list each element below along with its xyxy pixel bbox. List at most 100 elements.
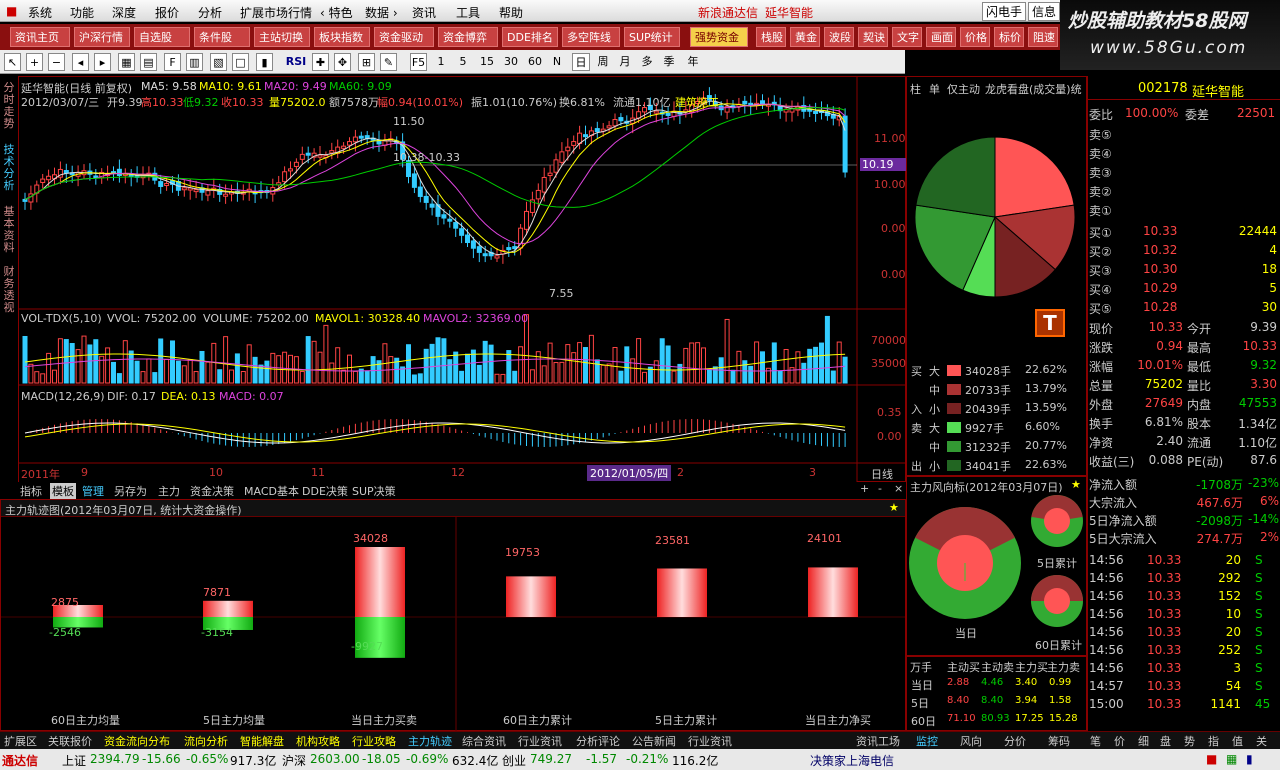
tab-market[interactable]: 沪深行情	[74, 27, 130, 47]
tab-watchlist[interactable]: 自选股	[134, 27, 190, 47]
status-item[interactable]: 筹码	[1048, 733, 1070, 749]
zoom-in-small-icon[interactable]: +	[860, 482, 869, 495]
status-item[interactable]: 风向	[960, 733, 982, 749]
status-item[interactable]: 扩展区	[4, 733, 37, 749]
wind-star-icon[interactable]: ★	[1071, 478, 1081, 491]
ticker-grid-icon[interactable]: ▦	[1226, 752, 1237, 766]
tab-news-home[interactable]: 资讯主页	[10, 27, 70, 47]
status-item[interactable]: 细	[1138, 733, 1149, 749]
menu-news[interactable]: 资讯	[412, 4, 436, 21]
tab-dde-rank[interactable]: DDE排名	[502, 27, 558, 47]
next-icon[interactable]: ▸	[94, 53, 111, 71]
menu-depth[interactable]: 深度	[112, 4, 136, 21]
pie-tab-order[interactable]: 单	[929, 81, 940, 97]
ticker-news[interactable]: 决策家上海电信	[810, 752, 894, 769]
star-icon[interactable]: ★	[889, 501, 899, 514]
status-item[interactable]: 势	[1184, 733, 1195, 749]
status-item[interactable]: 分析评论	[576, 733, 620, 749]
status-item[interactable]: 流向分析	[184, 733, 228, 749]
tab-fund-driven[interactable]: 资金驱动	[374, 27, 434, 47]
status-item[interactable]: 资金流向分布	[104, 733, 170, 749]
period-15m[interactable]: 15	[478, 53, 496, 71]
menu-data[interactable]: 数据 ›	[365, 4, 398, 21]
tab-price[interactable]: 价格	[960, 27, 990, 47]
ticker-signal-icon[interactable]: ▮	[1246, 752, 1253, 766]
menu-tools[interactable]: 工具	[456, 4, 480, 21]
rsi-button[interactable]: RSI	[280, 53, 312, 71]
tab-sup-decision[interactable]: SUP决策	[352, 483, 396, 499]
status-item[interactable]: 关	[1256, 733, 1267, 749]
tab-condition[interactable]: 条件股	[194, 27, 250, 47]
menu-analysis[interactable]: 分析	[198, 4, 222, 21]
tab-fund-decision[interactable]: 资金决策	[190, 483, 234, 499]
status-item[interactable]: 关联报价	[48, 733, 92, 749]
period-f5[interactable]: F5	[410, 53, 427, 71]
period-1m[interactable]: 1	[434, 53, 448, 71]
tab-strong-fund[interactable]: 强势资金	[690, 27, 748, 47]
menu-function[interactable]: 功能	[70, 4, 94, 21]
layout-icon[interactable]: ▥	[186, 53, 203, 71]
plus-icon[interactable]: ✚	[312, 53, 329, 71]
status-item[interactable]: 资讯工场	[856, 733, 900, 749]
tab-tips[interactable]: 契诀	[858, 27, 888, 47]
period-month[interactable]: 月	[618, 53, 632, 71]
info-button[interactable]: 信息	[1028, 2, 1061, 21]
status-item[interactable]: 智能解盘	[240, 733, 284, 749]
zoom-out-icon[interactable]: −	[48, 53, 65, 71]
bar-chart-icon[interactable]: ▮	[256, 53, 273, 71]
period-n[interactable]: N	[550, 53, 564, 71]
status-item[interactable]: 行业攻略	[352, 733, 396, 749]
status-item[interactable]: 价	[1114, 733, 1125, 749]
prev-icon[interactable]: ◂	[72, 53, 89, 71]
period-5m[interactable]: 5	[456, 53, 470, 71]
period-30m[interactable]: 30	[502, 53, 520, 71]
tab-swing[interactable]: 波段	[824, 27, 854, 47]
tab-sector-index[interactable]: 板块指数	[314, 27, 370, 47]
menu-system[interactable]: 系统	[28, 4, 52, 21]
status-item[interactable]: 笔	[1090, 733, 1101, 749]
tab-template[interactable]: 模板	[50, 483, 76, 499]
ticker-stop-icon[interactable]: ■	[1206, 752, 1217, 766]
kline-chart-panel[interactable]: 延华智能(日线 前复权) MA5: 9.58 MA10: 9.61 MA20: …	[18, 76, 907, 483]
period-60m[interactable]: 60	[526, 53, 544, 71]
status-item[interactable]: 盘	[1160, 733, 1171, 749]
close-small-icon[interactable]: ×	[894, 482, 903, 495]
menu-extended-market[interactable]: 扩展市场行情	[240, 4, 312, 21]
menu-help[interactable]: 帮助	[499, 4, 523, 21]
tab-sup-stats[interactable]: SUP统计	[624, 27, 680, 47]
status-item[interactable]: 指	[1208, 733, 1219, 749]
fund-icon[interactable]: F	[164, 53, 181, 71]
split-icon[interactable]: ▧	[210, 53, 227, 71]
status-item[interactable]: 主力轨迹	[408, 733, 452, 749]
cursor-icon[interactable]: ↖	[4, 53, 21, 71]
tab-indicator[interactable]: 指标	[20, 483, 42, 499]
move-icon[interactable]: ✥	[334, 53, 351, 71]
period-year[interactable]: 年	[686, 53, 700, 71]
tab-server-switch[interactable]: 主站切换	[254, 27, 310, 47]
tab-macd-basic[interactable]: MACD基本	[244, 483, 299, 499]
status-item[interactable]: 行业资讯	[688, 733, 732, 749]
tab-stock[interactable]: 栈股	[756, 27, 786, 47]
status-item[interactable]: 值	[1232, 733, 1243, 749]
pie-tab-active[interactable]: 仅主动	[947, 81, 980, 97]
tab-dde-decision[interactable]: DDE决策	[302, 483, 348, 499]
status-item[interactable]: 机构攻略	[296, 733, 340, 749]
zoom-in-icon[interactable]: +	[26, 53, 43, 71]
tab-manage[interactable]: 管理	[82, 483, 104, 499]
grid-icon[interactable]: ▦	[118, 53, 135, 71]
table-icon[interactable]: ▤	[140, 53, 157, 71]
flash-trade-button[interactable]: 闪电手	[982, 2, 1027, 21]
vtab-basic-info[interactable]: 基本资料	[2, 206, 16, 254]
vtab-intraday[interactable]: 分时走势	[2, 82, 16, 130]
vtab-technical[interactable]: 技术分析	[2, 144, 16, 192]
vtab-finance[interactable]: 财务透视	[2, 266, 16, 314]
status-item[interactable]: 行业资讯	[518, 733, 562, 749]
tab-long-short[interactable]: 多空阵线	[562, 27, 620, 47]
tab-screen[interactable]: 画面	[926, 27, 956, 47]
period-day[interactable]: 日	[572, 53, 590, 71]
window-icon[interactable]: □	[232, 53, 249, 71]
tab-save-as[interactable]: 另存为	[114, 483, 147, 499]
period-multi[interactable]: 多	[640, 53, 654, 71]
status-item[interactable]: 公告新闻	[632, 733, 676, 749]
status-item[interactable]: 综合资讯	[462, 733, 506, 749]
